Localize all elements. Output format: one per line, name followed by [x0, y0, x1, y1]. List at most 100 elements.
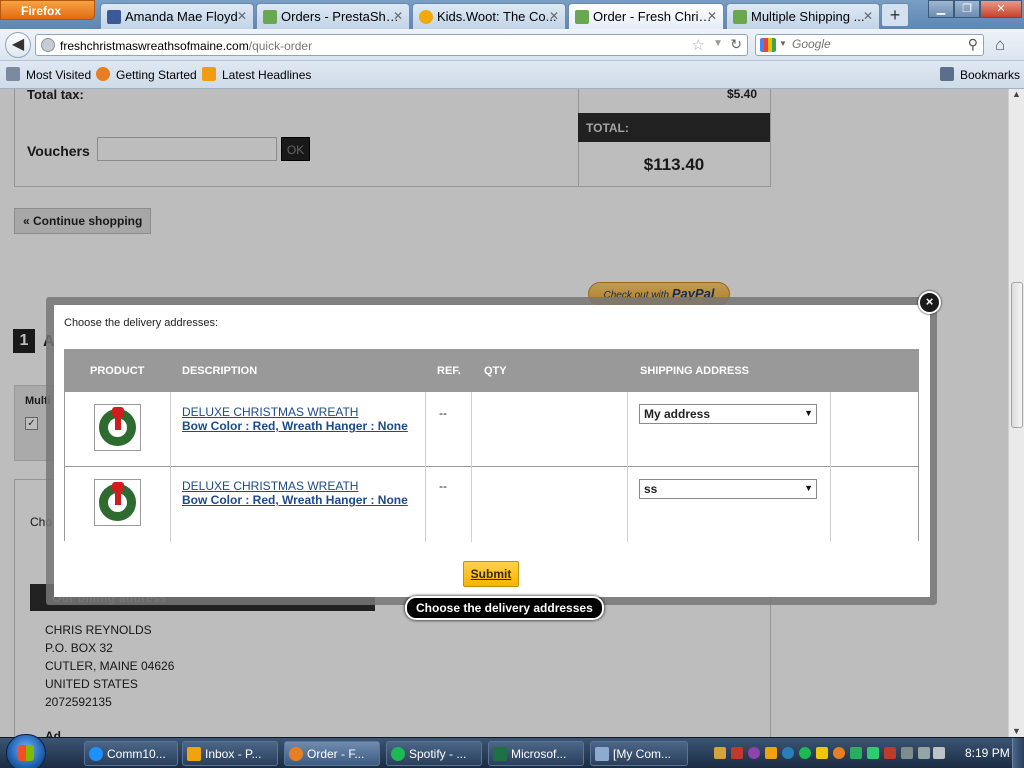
- url-text[interactable]: freshchristmaswreathsofmaine.com/quick-o…: [60, 39, 312, 53]
- taskbar-item-excel[interactable]: Microsof...: [488, 741, 584, 766]
- close-icon[interactable]: ✕: [863, 9, 873, 23]
- tab-order-fresh-christmas[interactable]: Order - Fresh Christ... ✕: [568, 3, 724, 29]
- product-name-link[interactable]: DELUXE CHRISTMAS WREATH: [182, 405, 358, 419]
- chevron-down-icon: ▼: [804, 408, 813, 418]
- mail-icon[interactable]: [714, 747, 726, 759]
- product-attributes-link[interactable]: Bow Color : Red, Wreath Hanger : None: [182, 419, 408, 433]
- taskbar-item-outlook[interactable]: Inbox - P...: [182, 741, 278, 766]
- delivery-address-table: PRODUCT DESCRIPTION REF. QTY SHIPPING AD…: [64, 349, 919, 542]
- volume-icon[interactable]: [933, 747, 945, 759]
- shipping-address-select[interactable]: ss ▼: [639, 479, 817, 499]
- windows-taskbar: Comm10... Inbox - P... Order - F... Spot…: [0, 734, 1024, 768]
- home-icon[interactable]: ⌂: [995, 35, 1005, 55]
- chart-icon[interactable]: [867, 747, 879, 759]
- browser-tray-icon[interactable]: [782, 747, 794, 759]
- url-domain: freshchristmaswreathsofmaine.com: [60, 39, 249, 53]
- emoji-icon[interactable]: [833, 747, 845, 759]
- url-bar[interactable]: freshchristmaswreathsofmaine.com/quick-o…: [35, 34, 748, 56]
- reload-icon[interactable]: ↻: [730, 36, 742, 53]
- maximize-button[interactable]: ❐: [954, 0, 980, 18]
- taskbar-label: Microsof...: [511, 747, 567, 761]
- bookmark-label: Most Visited: [26, 68, 92, 82]
- tab-facebook[interactable]: Amanda Mae Floyd ✕: [100, 3, 254, 29]
- close-icon[interactable]: ✕: [549, 9, 559, 23]
- prestashop-icon: [263, 10, 277, 24]
- bookmarks-menu[interactable]: Bookmarks: [940, 67, 1020, 82]
- computer-icon: [595, 747, 609, 761]
- network-icon[interactable]: [901, 747, 913, 759]
- submit-button[interactable]: Submit: [463, 561, 519, 587]
- scroll-down-icon[interactable]: ▼: [1012, 726, 1021, 736]
- tab-kids-woot[interactable]: Kids.Woot: The Co... ✕: [412, 3, 566, 29]
- show-desktop-button[interactable]: [1012, 738, 1024, 768]
- outlook-icon: [187, 747, 201, 761]
- cell-divider: [830, 392, 831, 467]
- shipping-address-select[interactable]: My address ▼: [639, 404, 817, 424]
- scrollbar-thumb[interactable]: [1011, 282, 1023, 428]
- product-name-link[interactable]: DELUXE CHRISTMAS WREATH: [182, 479, 358, 493]
- cell-divider: [627, 392, 628, 467]
- history-dropdown-icon[interactable]: ▼: [713, 38, 723, 49]
- game-icon[interactable]: [850, 747, 862, 759]
- cell-divider: [425, 392, 426, 467]
- navigation-bar: ◀ freshchristmaswreathsofmaine.com/quick…: [0, 29, 1024, 61]
- outlook-tray-icon[interactable]: [765, 747, 777, 759]
- close-icon[interactable]: ✕: [237, 9, 247, 23]
- tab-title: Order - Fresh Christ...: [593, 9, 713, 24]
- taskbar-label: Order - F...: [307, 747, 365, 761]
- search-icon[interactable]: ⚲: [968, 36, 978, 53]
- facebook-icon: [107, 10, 121, 24]
- tab-multiple-shipping[interactable]: Multiple Shipping ... ✕: [726, 3, 880, 29]
- taskbar-clock[interactable]: 8:19 PM: [965, 746, 1010, 760]
- windows-logo-icon: [18, 745, 34, 761]
- prestashop-icon: [733, 10, 747, 24]
- vertical-scrollbar[interactable]: ▲ ▼: [1008, 89, 1024, 737]
- rss-icon: [202, 67, 216, 81]
- firefox-menu-button[interactable]: Firefox: [0, 0, 95, 20]
- google-icon[interactable]: [760, 38, 776, 52]
- new-tab-button[interactable]: +: [881, 3, 909, 27]
- cell-divider: [170, 392, 171, 467]
- close-icon[interactable]: ✕: [393, 9, 403, 23]
- taskbar-item-spotify[interactable]: Spotify - ...: [386, 741, 482, 766]
- search-input[interactable]: [792, 37, 952, 51]
- product-thumbnail[interactable]: [94, 479, 141, 526]
- taskbar-item-skype[interactable]: Comm10...: [84, 741, 178, 766]
- start-button[interactable]: [6, 734, 46, 768]
- bookmark-star-icon[interactable]: ☆: [692, 36, 705, 54]
- bow-tail-image: [115, 416, 121, 430]
- modal-title: Choose the delivery addresses:: [64, 317, 219, 329]
- taskbar-item-firefox[interactable]: Order - F...: [284, 741, 380, 766]
- gmail-icon[interactable]: [884, 747, 896, 759]
- app-icon[interactable]: [748, 747, 760, 759]
- modal-caption-tooltip: Choose the delivery addresses: [405, 596, 604, 620]
- search-bar[interactable]: ▼ ⚲: [755, 34, 984, 56]
- search-engine-dropdown-icon[interactable]: ▼: [779, 39, 787, 48]
- window-close-button[interactable]: ✕: [980, 0, 1022, 18]
- bookmark-latest-headlines[interactable]: Latest Headlines: [202, 67, 311, 82]
- tab-bar: Firefox Amanda Mae Floyd ✕ Orders - Pres…: [0, 0, 1024, 29]
- spotify-tray-icon[interactable]: [799, 747, 811, 759]
- minimize-button[interactable]: ▁: [928, 0, 954, 18]
- taskbar-item-my-computer[interactable]: [My Com...: [590, 741, 688, 766]
- close-icon[interactable]: ×: [918, 291, 941, 314]
- column-header-qty: QTY: [484, 365, 507, 377]
- close-icon[interactable]: ✕: [707, 9, 717, 23]
- tab-prestashop-orders[interactable]: Orders - PrestaSho... ✕: [256, 3, 410, 29]
- scroll-up-icon[interactable]: ▲: [1012, 89, 1021, 99]
- taskbar-label: Spotify - ...: [409, 747, 467, 761]
- messenger-icon[interactable]: [816, 747, 828, 759]
- product-thumbnail[interactable]: [94, 404, 141, 451]
- taskbar-label: Inbox - P...: [205, 747, 262, 761]
- selected-address: My address: [644, 407, 711, 421]
- back-button[interactable]: ◀: [5, 32, 31, 58]
- chevron-down-icon: ▼: [804, 483, 813, 493]
- bookmarks-toolbar: Most Visited Getting Started Latest Head…: [0, 61, 1024, 89]
- product-attributes-link[interactable]: Bow Color : Red, Wreath Hanger : None: [182, 493, 408, 507]
- tool-icon[interactable]: [731, 747, 743, 759]
- bookmark-most-visited[interactable]: Most Visited: [6, 67, 92, 82]
- monitor-icon[interactable]: [918, 747, 930, 759]
- skype-icon: [89, 747, 103, 761]
- bookmark-getting-started[interactable]: Getting Started: [96, 67, 197, 82]
- tab-title: Multiple Shipping ...: [751, 9, 865, 24]
